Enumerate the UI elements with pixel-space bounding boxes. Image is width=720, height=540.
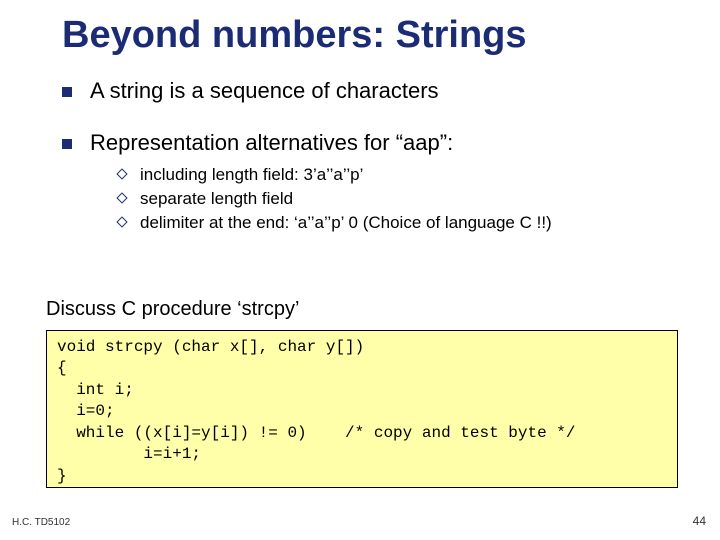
square-bullet-icon [62,87,72,97]
sub-bullet-item: including length field: 3’a’’a’’p’ [118,164,682,186]
sub-bullet-text: delimiter at the end: ‘a’’a’’p’ 0 (Choic… [140,212,552,234]
bullet-text: A string is a sequence of characters [90,78,439,104]
slide-number: 44 [693,514,706,528]
diamond-bullet-icon [116,168,127,179]
sub-bullet-text: including length field: 3’a’’a’’p’ [140,164,363,186]
slide-title: Beyond numbers: Strings [62,14,527,57]
square-bullet-icon [62,139,72,149]
diamond-bullet-icon [116,217,127,228]
bullet-item-1: A string is a sequence of characters [62,78,682,104]
sub-bullet-item: delimiter at the end: ‘a’’a’’p’ 0 (Choic… [118,212,682,234]
footer-course-code: H.C. TD5102 [12,517,70,528]
body-area: A string is a sequence of characters Rep… [62,78,682,236]
discuss-line: Discuss C procedure ‘strcpy’ [46,298,299,321]
sub-bullet-item: separate length field [118,188,682,210]
diamond-bullet-icon [116,192,127,203]
sub-bullet-text: separate length field [140,188,293,210]
sub-bullet-group: including length field: 3’a’’a’’p’ separ… [118,164,682,234]
bullet-text: Representation alternatives for “aap”: [90,130,453,156]
slide: Beyond numbers: Strings A string is a se… [0,0,720,540]
code-block: void strcpy (char x[], char y[]) { int i… [46,330,678,488]
bullet-item-2: Representation alternatives for “aap”: [62,130,682,156]
